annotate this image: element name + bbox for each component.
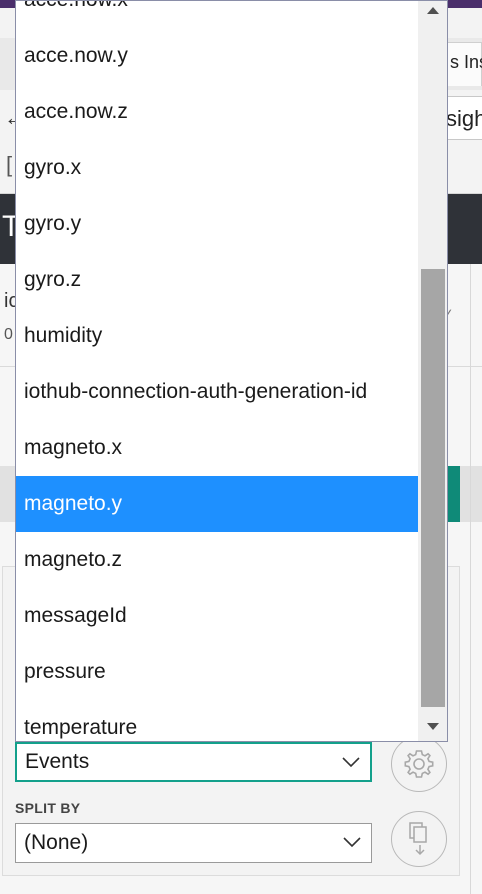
scrollbar-thumb[interactable] [421, 269, 445, 707]
dropdown-option[interactable]: gyro.y [16, 196, 418, 252]
address-bar-text: sigh [446, 106, 482, 131]
split-by-value: (None) [24, 831, 89, 854]
chevron-down-icon [342, 757, 360, 768]
copy-down-icon[interactable] [391, 811, 447, 867]
dropdown-option[interactable]: magneto.y [16, 476, 418, 532]
panel-right-border [470, 264, 471, 894]
split-by-select[interactable]: (None) [15, 823, 372, 863]
dropdown-option[interactable]: magneto.z [16, 532, 418, 588]
property-dropdown-list[interactable]: acce.now.xacce.now.yacce.now.zgyro.xgyro… [15, 0, 448, 742]
dropdown-scrollbar[interactable] [418, 1, 447, 741]
environment-subtext: 0 [4, 326, 13, 343]
dropdown-option[interactable]: humidity [16, 308, 418, 364]
bracket-icon: [ [6, 152, 13, 177]
dropdown-option[interactable]: magneto.x [16, 420, 418, 476]
dropdown-option[interactable]: acce.now.y [16, 28, 418, 84]
gear-icon[interactable] [391, 736, 447, 792]
split-by-label: SPLIT BY [15, 800, 81, 816]
dropdown-option[interactable]: gyro.x [16, 140, 418, 196]
measure-select-value: Events [25, 750, 90, 773]
dropdown-option[interactable]: acce.now.z [16, 84, 418, 140]
measure-select[interactable]: Events [15, 742, 372, 782]
copy-glyph [409, 822, 427, 856]
browser-tab-title: s Ins [450, 52, 482, 72]
scroll-up-arrow-icon[interactable] [426, 5, 440, 15]
dropdown-option[interactable]: temperature [16, 700, 418, 741]
dropdown-option[interactable]: gyro.z [16, 252, 418, 308]
chevron-down-icon [343, 837, 361, 848]
dropdown-option[interactable]: pressure [16, 644, 418, 700]
dropdown-option[interactable]: acce.now.x [16, 1, 418, 28]
settings-gear-glyph [404, 750, 434, 778]
dropdown-option[interactable]: iothub-connection-auth-generation-id [16, 364, 418, 420]
dropdown-option[interactable]: messageId [16, 588, 418, 644]
dropdown-options: acce.now.xacce.now.yacce.now.zgyro.xgyro… [16, 1, 418, 741]
scroll-down-arrow-icon[interactable] [426, 722, 440, 732]
